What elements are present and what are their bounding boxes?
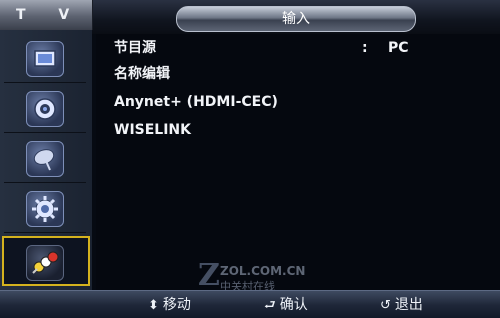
sidebar-item-picture[interactable] [4,34,86,83]
header-bar: T V 输入 [0,0,500,34]
up-down-arrow-icon: ⬍ [148,298,159,313]
hint-back: ↺ 退出 [380,291,423,318]
av-cable-icon [26,245,64,281]
sidebar-item-setup[interactable] [4,184,86,233]
enter-icon: ⮐ [264,298,276,313]
satellite-dish-icon [26,141,64,177]
hint-back-label: 退出 [394,297,423,313]
menu-item-label: Anynet+ (HDMI-CEC) [114,94,278,110]
sidebar-item-input[interactable] [2,236,90,286]
picture-icon [26,41,64,77]
speaker-icon [26,91,64,127]
menu-item-colon: : [362,40,368,56]
tv-label: T V [0,0,93,30]
footer-bar: ⬍ 移动 ⮐ 确认 ↺ 退出 [0,290,500,318]
return-icon: ↺ [380,298,391,313]
menu-panel: 节目源 : PC 名称编辑 Anynet+ (HDMI-CEC) WISELIN… [96,34,500,296]
tv-osd-screen: T V 输入 节目源: PC 名称编辑 Anynet+ (HDMI-CEC) … [0,0,500,318]
sidebar-item-sound[interactable] [4,84,86,133]
hint-enter-label: 确认 [279,297,308,313]
gear-icon [26,191,64,227]
menu-item-value: PC [388,40,409,56]
page-title: 输入 [176,6,416,32]
sidebar [0,30,92,296]
menu-item-label: 节目源 [114,40,156,56]
menu-item-label: WISELINK [114,122,191,138]
hint-move-label: 移动 [162,297,191,313]
hint-move: ⬍ 移动 [148,291,191,318]
sidebar-item-channel[interactable] [4,134,86,183]
watermark-site: ZOL.COM.CN [220,264,306,278]
watermark-letter: Z [198,258,220,293]
menu-item-label: 名称编辑 [114,66,170,82]
hint-enter: ⮐ 确认 [264,291,308,318]
